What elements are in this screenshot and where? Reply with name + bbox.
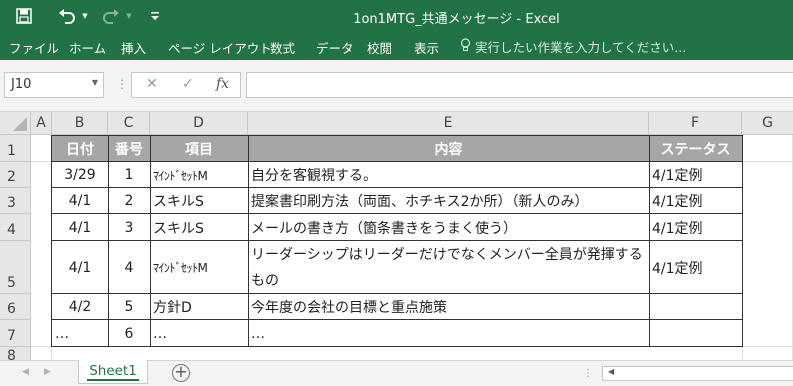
scrollbar-grip[interactable]: ⋮	[583, 368, 593, 379]
scroll-left-icon[interactable]: ◀	[22, 367, 29, 377]
name-box-value: J10	[11, 77, 32, 92]
cell-status[interactable]	[649, 320, 742, 347]
column-header-c[interactable]: C	[108, 112, 150, 135]
cancel-icon[interactable]: ✕	[146, 76, 158, 92]
cell-content[interactable]: 今年度の会社の目標と重点施策	[248, 294, 649, 320]
lightbulb-icon	[460, 38, 471, 55]
table-border	[51, 135, 52, 347]
header-status[interactable]: ステータス	[649, 136, 742, 161]
cell-content[interactable]: メールの書き方（箇条書きをうまく使う）	[248, 214, 649, 241]
cell-item[interactable]: スキルS	[150, 214, 248, 241]
formula-input[interactable]	[246, 72, 793, 98]
cell-content[interactable]: リーダーシップはリーダーだけでなくメンバー全員が発揮するもの	[248, 241, 649, 294]
column-header-f[interactable]: F	[649, 112, 742, 135]
tab-formulas[interactable]: 数式	[270, 38, 295, 57]
chevron-down-icon[interactable]: ▼	[92, 78, 98, 87]
table-border	[248, 135, 249, 347]
cell-number[interactable]: 1	[108, 162, 150, 188]
sheet-tab-label: Sheet1	[89, 363, 137, 379]
cell-date[interactable]: 4/2	[52, 294, 108, 320]
formula-bar-grip[interactable]: ⋮	[116, 77, 128, 91]
cell-item[interactable]: …	[150, 320, 248, 347]
table-border	[51, 293, 743, 294]
row-header-4[interactable]: 4	[0, 214, 31, 241]
insert-function-icon[interactable]: fx	[216, 76, 229, 92]
table-border	[742, 135, 743, 347]
enter-icon[interactable]: ✓	[182, 76, 194, 92]
name-box[interactable]: J10 ▼	[4, 72, 104, 98]
cell-date[interactable]: 4/1	[52, 188, 108, 214]
table-border	[51, 213, 743, 214]
column-header-a[interactable]: A	[31, 112, 52, 135]
header-item[interactable]: 項目	[150, 136, 248, 161]
worksheet-grid[interactable]: A B C D E F G 1 2 3 4 5 6 7 8 日付 番号 項目 内…	[0, 112, 793, 360]
cell-number[interactable]: 4	[108, 241, 150, 294]
row-header-3[interactable]: 3	[0, 188, 31, 214]
cell-date[interactable]: 3/29	[52, 162, 108, 188]
ribbon-tabs: ファイル ホーム 挿入 ページ レイアウト 数式 データ 校閲 表示 実行したい…	[0, 32, 793, 60]
cell-status[interactable]: 4/1定例	[649, 162, 742, 188]
cell-content[interactable]: 自分を客観視する。	[248, 162, 649, 188]
table-border	[51, 240, 743, 241]
row-header-6[interactable]: 6	[0, 294, 31, 320]
table-border	[51, 135, 743, 136]
horizontal-scrollbar[interactable]: ◀	[602, 366, 793, 381]
cell-item[interactable]: ﾏｲﾝﾄﾞｾｯﾄM	[150, 241, 248, 294]
header-date[interactable]: 日付	[52, 136, 108, 161]
table-border	[649, 135, 650, 347]
header-content[interactable]: 内容	[248, 136, 649, 161]
row-header-2[interactable]: 2	[0, 162, 31, 188]
cell-date[interactable]: 4/1	[52, 241, 108, 294]
cell-item[interactable]: 方針D	[150, 294, 248, 320]
cell-content[interactable]: 提案書印刷方法（両面、ホチキス2か所）（新人のみ）	[248, 188, 649, 214]
cell-number[interactable]: 5	[108, 294, 150, 320]
cell-item[interactable]: スキルS	[150, 188, 248, 214]
cell-date[interactable]: …	[52, 320, 108, 347]
cell-number[interactable]: 3	[108, 214, 150, 241]
cell-number[interactable]: 6	[108, 320, 150, 347]
sheet-tab-sheet1[interactable]: Sheet1	[78, 360, 148, 384]
sheet-tab-bar: ◀ ▶ Sheet1 + ⋮ ◀	[0, 360, 793, 386]
formula-buttons: ✕ ✓ fx	[131, 72, 241, 98]
cell-number[interactable]: 2	[108, 188, 150, 214]
table-border	[51, 319, 743, 320]
row-header-8[interactable]: 8	[0, 347, 31, 360]
cell-status[interactable]	[649, 294, 742, 320]
row-header-1[interactable]: 1	[0, 135, 31, 162]
add-sheet-icon[interactable]: +	[172, 364, 190, 382]
tell-me-placeholder: 実行したい作業を入力してください...	[475, 40, 687, 55]
tab-file[interactable]: ファイル	[9, 38, 59, 57]
tell-me-box[interactable]: 実行したい作業を入力してください...	[460, 37, 686, 56]
title-bar: ▼ ▼ 1on1MTG_共通メッセージ - Excel	[0, 0, 793, 32]
cell-status[interactable]: 4/1定例	[649, 188, 742, 214]
cell-date[interactable]: 4/1	[52, 214, 108, 241]
column-header-e[interactable]: E	[248, 112, 649, 135]
cell-status[interactable]: 4/1定例	[649, 241, 742, 294]
cell-status[interactable]: 4/1定例	[649, 214, 742, 241]
cell-content[interactable]: …	[248, 320, 649, 347]
table-border	[51, 187, 743, 188]
scroll-left-arrow-icon[interactable]: ◀	[608, 367, 614, 376]
tab-view[interactable]: 表示	[414, 38, 439, 57]
table-border	[51, 346, 743, 347]
tab-data[interactable]: データ	[316, 38, 354, 57]
header-number[interactable]: 番号	[108, 136, 150, 161]
column-header-g[interactable]: G	[742, 112, 793, 135]
tab-home[interactable]: ホーム	[69, 38, 106, 57]
column-header-b[interactable]: B	[52, 112, 108, 135]
scroll-right-icon[interactable]: ▶	[44, 367, 51, 377]
window-title: 1on1MTG_共通メッセージ - Excel	[353, 12, 560, 27]
row-header-7[interactable]: 7	[0, 320, 31, 347]
formula-bar-area: J10 ▼ ⋮ ✕ ✓ fx	[0, 60, 793, 112]
column-header-d[interactable]: D	[150, 112, 248, 135]
tab-insert[interactable]: 挿入	[121, 38, 146, 57]
row-header-5[interactable]: 5	[0, 241, 31, 294]
table-border	[108, 135, 109, 347]
select-all-button[interactable]	[0, 112, 31, 135]
tab-review[interactable]: 校閲	[367, 38, 392, 57]
cell-item[interactable]: ﾏｲﾝﾄﾞｾｯﾄM	[150, 162, 248, 188]
table-border	[51, 161, 743, 162]
table-border	[150, 135, 151, 347]
tab-page-layout[interactable]: ページ レイアウト	[168, 38, 272, 57]
